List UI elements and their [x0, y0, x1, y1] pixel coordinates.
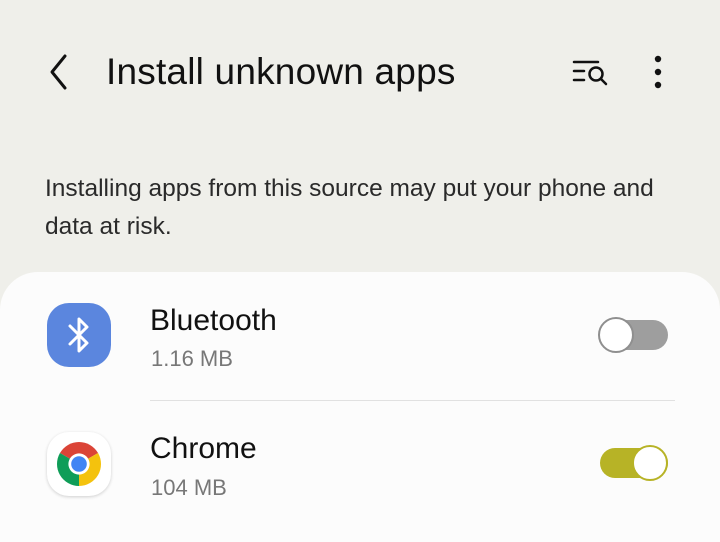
more-options-button[interactable] [636, 48, 680, 96]
search-list-icon [572, 60, 608, 86]
app-name: Bluetooth [150, 304, 277, 337]
toggle-thumb [598, 317, 634, 353]
app-name: Chrome [150, 432, 257, 465]
page-title: Install unknown apps [106, 51, 456, 92]
bluetooth-install-toggle[interactable] [598, 315, 670, 355]
chrome-install-toggle[interactable] [598, 443, 670, 483]
more-vertical-icon [654, 55, 662, 89]
app-size: 104 MB [151, 475, 227, 500]
top-app-bar: Install unknown apps [0, 0, 720, 145]
toggle-thumb [632, 445, 668, 481]
app-size: 1.16 MB [151, 346, 233, 371]
search-list-button[interactable] [566, 48, 616, 96]
back-button[interactable] [36, 48, 84, 96]
app-row-bluetooth[interactable]: Bluetooth 1.16 MB [0, 272, 720, 400]
chrome-icon [57, 442, 101, 486]
chevron-left-icon [50, 54, 67, 90]
bluetooth-icon [68, 317, 89, 353]
app-row-chrome[interactable]: Chrome 104 MB [0, 401, 720, 529]
chrome-app-icon [47, 432, 111, 496]
bluetooth-app-icon [47, 303, 111, 367]
risk-warning-text: Installing apps from this source may put… [45, 175, 654, 240]
